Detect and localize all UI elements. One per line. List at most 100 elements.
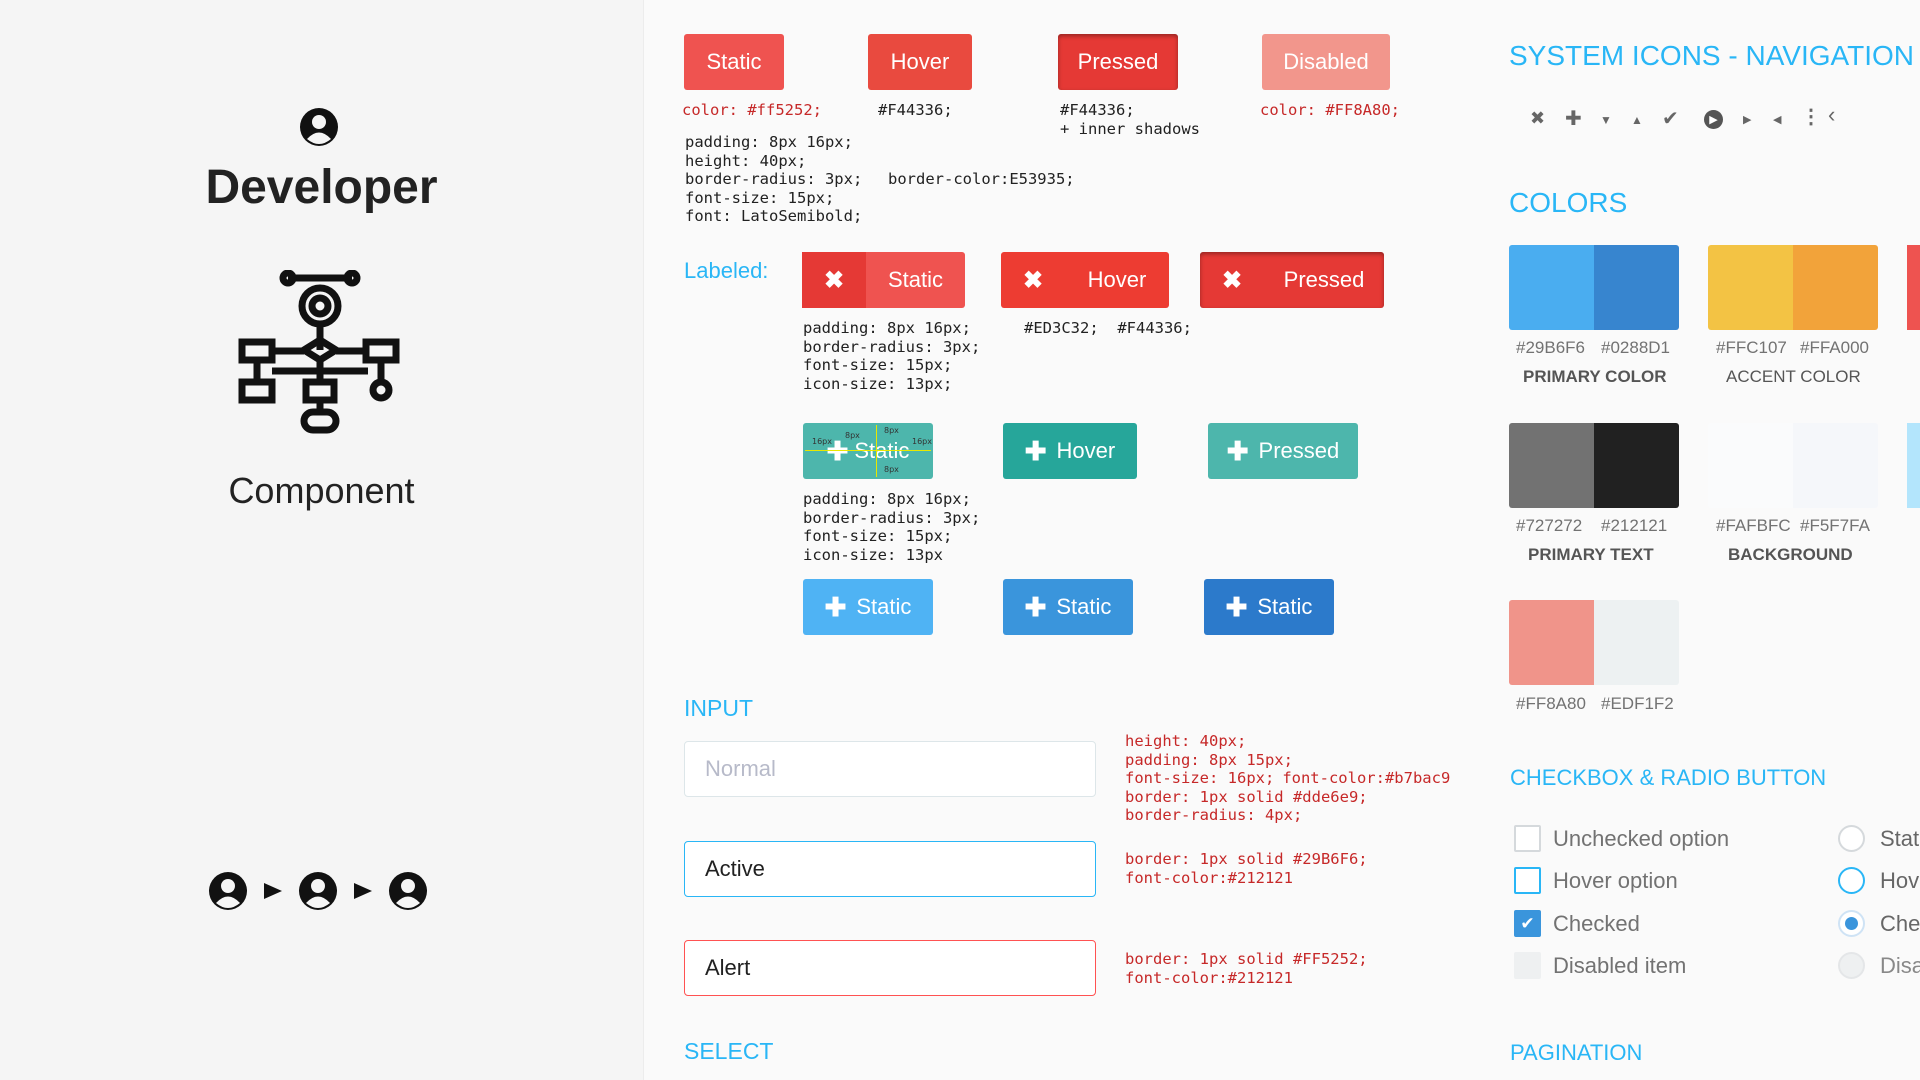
radio-label: Hov bbox=[1880, 868, 1920, 893]
hover-button[interactable]: Hover bbox=[868, 34, 972, 90]
spec-line: border: 1px solid #dde6e9; bbox=[1125, 787, 1368, 806]
checkbox-label: Checked bbox=[1553, 911, 1640, 936]
caret-left-icon[interactable]: ◀ bbox=[1773, 113, 1781, 126]
triangle-right-icon bbox=[264, 883, 282, 899]
disabled-button: Disabled bbox=[1262, 34, 1390, 90]
hover-checkbox[interactable] bbox=[1514, 867, 1541, 894]
select-section-title: SELECT bbox=[684, 1038, 774, 1064]
page-subtitle: Component bbox=[228, 470, 415, 511]
spec-line: icon-size: 13px; bbox=[803, 374, 953, 393]
labeled-hover-button[interactable]: ✖ Hover bbox=[1001, 252, 1169, 308]
checkbox-label: Disabled item bbox=[1553, 953, 1687, 978]
spec-line: font-color:#b7bac9 bbox=[1282, 769, 1451, 787]
spec-line: padding: 8px 15px; bbox=[1125, 750, 1293, 769]
checked-radio[interactable] bbox=[1838, 910, 1865, 937]
component-diagram-icon bbox=[238, 270, 400, 434]
input-spec-active: border: 1px solid #29B6F6; font-color:#2… bbox=[1125, 850, 1368, 887]
plus-icon: ✚ bbox=[1225, 591, 1248, 622]
swatch-a bbox=[1509, 423, 1594, 508]
measure-label: 16px bbox=[912, 437, 932, 446]
user-icon bbox=[300, 108, 338, 146]
blue-static-button[interactable]: ✚ Static bbox=[1204, 579, 1334, 635]
caret-up-icon[interactable]: ▲ bbox=[1631, 113, 1643, 127]
alert-input[interactable]: Alert bbox=[684, 940, 1096, 996]
close-icon: ✖ bbox=[1221, 266, 1243, 294]
alert-color-swatch bbox=[1509, 600, 1679, 685]
partial-swatch bbox=[1907, 423, 1920, 508]
hover-radio[interactable] bbox=[1838, 867, 1865, 894]
spec-line-group: font-size: 16px; font-color:#b7bac9 bbox=[1125, 769, 1450, 788]
teal-hover-button[interactable]: ✚ Hover bbox=[1003, 423, 1137, 479]
more-vertical-icon[interactable]: ⋮ bbox=[1801, 104, 1821, 129]
measure-label: 8px bbox=[845, 431, 860, 440]
spec-line: padding: 8px 16px; bbox=[803, 319, 971, 337]
checkbox-label: Hover option bbox=[1553, 868, 1678, 893]
spec-line: border-radius: 3px; bbox=[803, 508, 981, 527]
teal-pressed-button[interactable]: ✚ Pressed bbox=[1208, 423, 1358, 479]
spec-note: #F44336; bbox=[878, 101, 953, 119]
primary-text-swatch bbox=[1509, 423, 1679, 508]
pagination-title: PAGINATION bbox=[1510, 1040, 1643, 1065]
disabled-radio bbox=[1838, 952, 1865, 979]
triangle-right-icon bbox=[354, 883, 372, 899]
swatch-hex: #FFA000 bbox=[1800, 338, 1869, 357]
spec-line: font-color:#212121 bbox=[1125, 868, 1293, 887]
button-label: Hover bbox=[1056, 438, 1116, 463]
left-panel: Developer Component bbox=[0, 0, 643, 1080]
static-button[interactable]: Static bbox=[684, 34, 784, 90]
user-icon bbox=[389, 872, 427, 910]
button-label: Static bbox=[887, 267, 944, 292]
normal-input[interactable]: Normal bbox=[684, 741, 1096, 797]
spec-line: border: 1px solid #FF5252; bbox=[1125, 950, 1368, 968]
spec-line: height: 40px; bbox=[1125, 732, 1247, 750]
swatch-hex: #F5F7FA bbox=[1800, 516, 1870, 535]
swatch-name: ACCENT COLOR bbox=[1726, 367, 1861, 386]
plus-icon[interactable]: ✚ bbox=[1565, 106, 1582, 131]
plus-icon: ✚ bbox=[1024, 591, 1047, 622]
close-icon: ✖ bbox=[1022, 266, 1044, 294]
swatch-name: BACKGROUND bbox=[1728, 545, 1853, 564]
input-spec-alert: border: 1px solid #FF5252; font-color:#2… bbox=[1125, 950, 1368, 987]
spec-line: padding: 8px 16px; bbox=[685, 133, 853, 151]
swatch-b bbox=[1594, 423, 1679, 508]
check-icon: ✔ bbox=[1520, 913, 1535, 933]
labeled-static-button[interactable]: ✖ Static bbox=[802, 252, 965, 308]
labeled-spec: padding: 8px 16px; border-radius: 3px; f… bbox=[803, 319, 980, 393]
primary-color-swatch bbox=[1509, 245, 1679, 330]
blue-static-button[interactable]: ✚ Static bbox=[1003, 579, 1133, 635]
check-icon[interactable]: ✔ bbox=[1662, 106, 1679, 131]
arrow-circle-icon[interactable]: ▶ bbox=[1704, 110, 1723, 129]
blue-static-button[interactable]: ✚ Static bbox=[803, 579, 933, 635]
button-label: Static bbox=[856, 594, 912, 619]
spec-line: font-size: 15px; bbox=[685, 188, 835, 207]
button-label: Pressed bbox=[1283, 267, 1365, 292]
user-icon bbox=[299, 872, 337, 910]
spec-note: #F44336; bbox=[1060, 101, 1135, 119]
partial-swatch bbox=[1907, 245, 1920, 330]
unchecked-checkbox[interactable] bbox=[1514, 825, 1541, 852]
static-radio[interactable] bbox=[1838, 825, 1865, 852]
button-label: Hover bbox=[1087, 267, 1147, 292]
swatch-hex: #FF8A80 bbox=[1516, 694, 1586, 713]
teal-spec: padding: 8px 16px; border-radius: 3px; f… bbox=[803, 490, 980, 564]
swatch-hex: #727272 bbox=[1516, 516, 1583, 535]
measure-line bbox=[876, 425, 877, 477]
pressed-button[interactable]: Pressed bbox=[1058, 34, 1178, 90]
radio-dot bbox=[1845, 917, 1858, 930]
plus-icon: ✚ bbox=[1226, 435, 1249, 466]
labeled-pressed-button[interactable]: ✖ Pressed bbox=[1200, 252, 1384, 308]
caret-right-icon[interactable]: ▶ bbox=[1743, 113, 1751, 126]
spec-note: #ED3C32; #F44336; bbox=[1024, 319, 1192, 337]
teal-static-button[interactable]: ✚ Static bbox=[803, 423, 933, 479]
spec-line: border-color:E53935; bbox=[888, 170, 1075, 188]
background-swatch bbox=[1708, 423, 1878, 508]
chevron-left-icon[interactable]: ‹ bbox=[1828, 102, 1835, 128]
checked-checkbox[interactable]: ✔ bbox=[1514, 910, 1541, 937]
caret-down-icon[interactable]: ▼ bbox=[1600, 113, 1612, 127]
active-input[interactable]: Active bbox=[684, 841, 1096, 897]
radio-label: Disa bbox=[1880, 953, 1920, 978]
labeled-title: Labeled: bbox=[684, 258, 769, 283]
button-spec: padding: 8px 16px; height: 40px; border-… bbox=[685, 133, 862, 226]
close-icon[interactable]: ✖ bbox=[1530, 108, 1545, 129]
spec-line: padding: 8px 16px; bbox=[803, 490, 971, 508]
